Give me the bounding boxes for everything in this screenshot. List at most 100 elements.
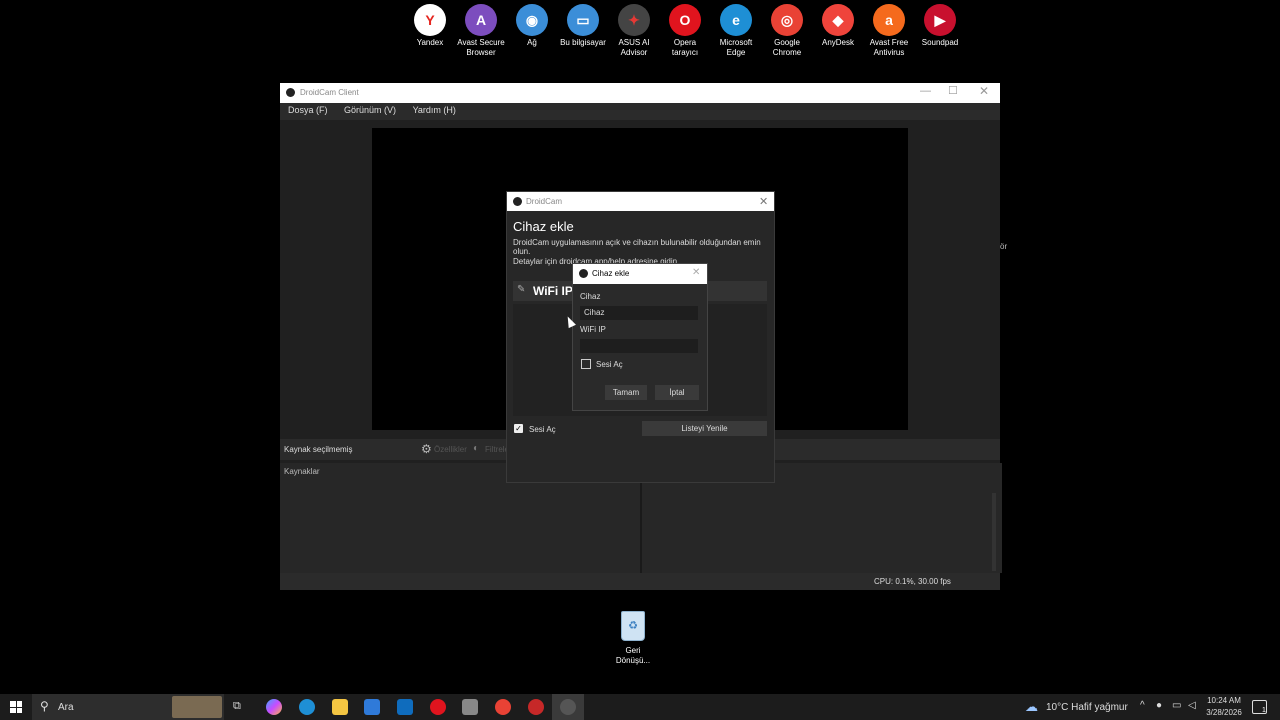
add-device-dialog: Cihaz ekle ✕ Cihaz WiFi IP Sesi Aç Tamam… [572,263,708,411]
properties-button[interactable]: Özellikler [434,445,467,454]
task-view-icon[interactable]: ⧉ [233,700,241,713]
desktop-icon[interactable]: ◉ Ağ [507,0,557,48]
volume-icon[interactable]: ◁ [1188,700,1196,711]
audio-label: Sesi Aç [596,360,623,369]
desktop-icon-label: Yandex [416,38,444,47]
desktop-icon-image: ◎ [771,4,803,36]
edge-icon[interactable] [299,699,315,715]
cancel-button[interactable]: İptal [655,385,699,400]
mail-icon[interactable] [397,699,413,715]
dialog-title: DroidCam [526,197,563,206]
chrome-icon[interactable] [495,699,511,715]
taskbar: ⚲ Ara ⧉ ☁ 10°C Hafif yağmur ^ ● ▭ ◁ 10:2… [0,694,1280,720]
weather-text[interactable]: 10°C Hafif yağmur [1046,702,1128,713]
dialog-title: Cihaz ekle [592,269,630,278]
desktop-icon-image: A [465,4,497,36]
device-label: Cihaz [580,292,601,301]
recycle-bin-label: Geri Dönüşü... [615,646,651,665]
desktop-icon[interactable]: e Microsoft Edge [711,0,761,58]
clock-date[interactable]: 3/28/2026 [1202,708,1246,717]
desktop-icon[interactable]: ▭ Bu bilgisayar [558,0,608,48]
close-icon[interactable]: ✕ [759,195,768,208]
desktop-icon[interactable]: A Avast Secure Browser [456,0,506,58]
app-icon [579,269,588,278]
desktop-icon-label: Avast Secure Browser [457,38,505,57]
wifi-ip-input[interactable] [580,339,698,353]
desktop-icon-image: ▶ [924,4,956,36]
menu-bar: Dosya (F) Görünüm (V) Yardım (H) [280,103,1000,120]
menu-item-help[interactable]: Yardım (H) [407,103,462,117]
cpu-fps-status: CPU: 0.1%, 30.00 fps [874,577,951,586]
chevron-up-icon[interactable]: ^ [1140,700,1145,711]
store-icon[interactable] [364,699,380,715]
desktop-icon[interactable]: ▶ Soundpad [915,0,965,48]
dialog-title-bar: DroidCam ✕ [507,192,774,211]
microphone-icon[interactable]: ● [1156,700,1162,711]
window-title: DroidCam Client [300,88,359,97]
audio-checkbox[interactable]: ✓ [514,424,523,433]
minimize-icon[interactable]: — [920,85,931,97]
desktop-icon-label: Google Chrome [772,38,802,57]
search-placeholder: Ara [58,702,74,713]
droidcam-client-icon [560,699,576,715]
desktop-icon-label: ASUS AI Advisor [618,38,650,57]
desktop-icon[interactable]: a Avast Free Antivirus [864,0,914,58]
search-box[interactable]: ⚲ Ara [32,694,224,720]
copilot-icon[interactable] [266,699,282,715]
desktop-icon-image: a [873,4,905,36]
desktop-icon-label: Bu bilgisayar [560,38,606,47]
desktop-icon-label: Opera tarayıcı [671,38,699,57]
clipped-text: ör [1000,242,1008,251]
desktop-icon-image: O [669,4,701,36]
opera-icon[interactable] [430,699,446,715]
network-icon[interactable]: ▭ [1172,700,1181,711]
desktop-icon-label: Microsoft Edge [719,38,753,57]
desktop-icon[interactable]: ◎ Google Chrome [762,0,812,58]
weather-icon[interactable]: ☁ [1025,699,1038,715]
device-name-input[interactable] [580,306,698,320]
file-explorer-icon[interactable] [332,699,348,715]
desktop-icon-image: ▭ [567,4,599,36]
close-icon[interactable]: ✕ [979,84,989,98]
desktop-icon-label: Avast Free Antivirus [869,38,909,57]
notification-count: 1 [1262,707,1266,714]
audio-label: Sesi Aç [529,425,556,434]
desktop-icon[interactable]: O Opera tarayıcı [660,0,710,58]
search-highlight-image [172,696,222,718]
close-icon[interactable]: ✕ [692,267,700,278]
dialog-title-bar: Cihaz ekle ✕ [573,264,707,284]
filter-icon[interactable]: ◐ [473,443,479,454]
no-source-label: Kaynak seçilmemiş [284,445,353,454]
desktop-icon[interactable]: ◆ AnyDesk [813,0,863,48]
desktop-icon[interactable]: Y Yandex [405,0,455,48]
scrollbar[interactable] [992,493,996,571]
desktop-icon-image: ◆ [822,4,854,36]
desktop-icon-label: Ağ [527,38,537,47]
wifi-ip-label: WiFi IP [580,325,606,334]
menu-item-file[interactable]: Dosya (F) [282,103,334,117]
maximize-icon[interactable]: ☐ [948,84,958,97]
dialog-heading: Cihaz ekle [513,219,574,234]
app-icon [513,197,522,206]
droidcam-app-icon[interactable] [528,699,544,715]
desktop-icon-image: Y [414,4,446,36]
refresh-list-button[interactable]: Listeyi Yenile [642,421,767,436]
desktop-icon-image: ◉ [516,4,548,36]
clock-time[interactable]: 10:24 AM [1204,696,1244,705]
search-icon: ⚲ [40,699,49,713]
wifi-tab-label: WiFi IP [533,284,573,298]
app-icon [286,88,295,97]
audio-checkbox[interactable] [581,359,591,369]
start-icon[interactable] [10,701,22,713]
status-bar: CPU: 0.1%, 30.00 fps [280,573,1000,590]
active-app-slot[interactable] [552,694,584,720]
menu-item-view[interactable]: Görünüm (V) [338,103,402,117]
desktop-icon-label: AnyDesk [821,38,854,47]
dialog-description: DroidCam uygulamasının açık ve cihazın b… [513,238,761,256]
app-icon[interactable] [462,699,478,715]
desktop-icon-image: ✦ [618,4,650,36]
ok-button[interactable]: Tamam [605,385,647,400]
recycle-bin[interactable]: ♻ Geri Dönüşü... [608,611,658,666]
gear-icon[interactable]: ⚙ [421,442,432,456]
desktop-icon[interactable]: ✦ ASUS AI Advisor [609,0,659,58]
